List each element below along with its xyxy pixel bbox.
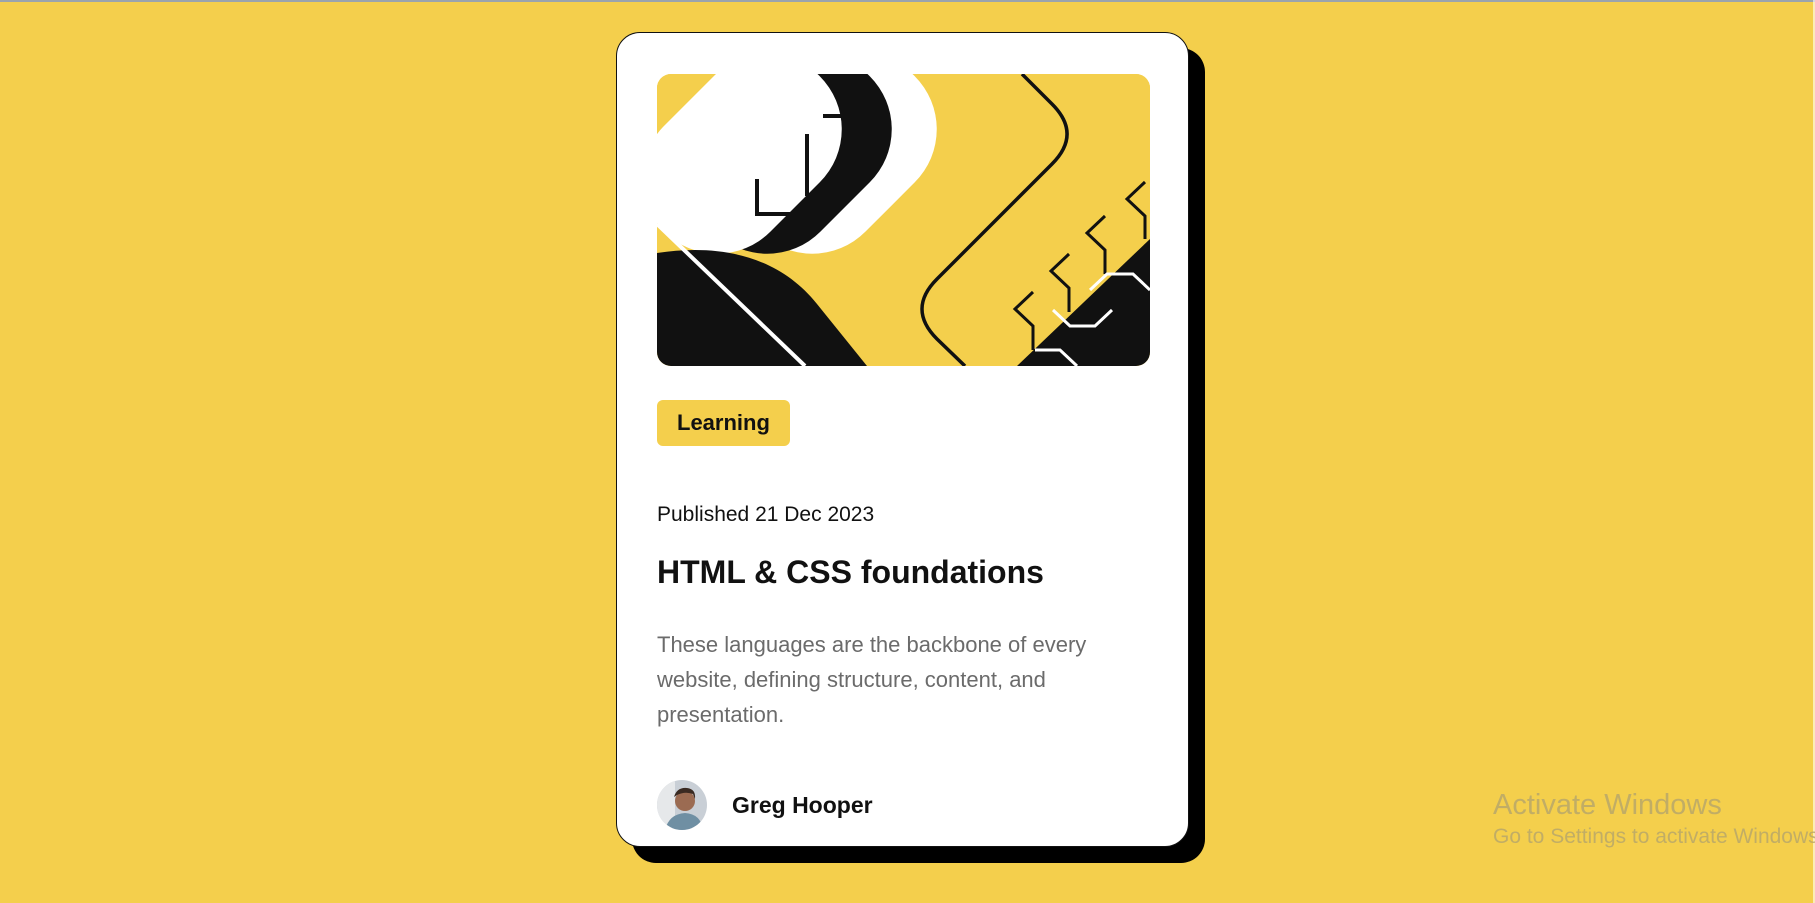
author-block: Greg Hooper — [657, 780, 873, 830]
avatar — [657, 780, 707, 830]
category-tag: Learning — [657, 400, 790, 446]
author-name: Greg Hooper — [732, 791, 873, 818]
card-title[interactable]: HTML & CSS foundations — [657, 554, 1044, 591]
watermark-title: Activate Windows — [1493, 789, 1722, 821]
watermark-subtitle: Go to Settings to activate Windows. — [1493, 825, 1815, 848]
window-top-border — [0, 0, 1815, 2]
blog-preview-card[interactable]: Learning Published 21 Dec 2023 HTML & CS… — [616, 32, 1189, 847]
windows-activation-watermark: Activate Windows Go to Settings to activ… — [1493, 787, 1815, 851]
published-date: Published 21 Dec 2023 — [657, 503, 875, 526]
abstract-illustration-icon — [657, 74, 1150, 366]
card-description: These languages are the backbone of ever… — [657, 632, 1087, 727]
hero-illustration — [657, 74, 1150, 366]
person-avatar-icon — [657, 780, 707, 830]
